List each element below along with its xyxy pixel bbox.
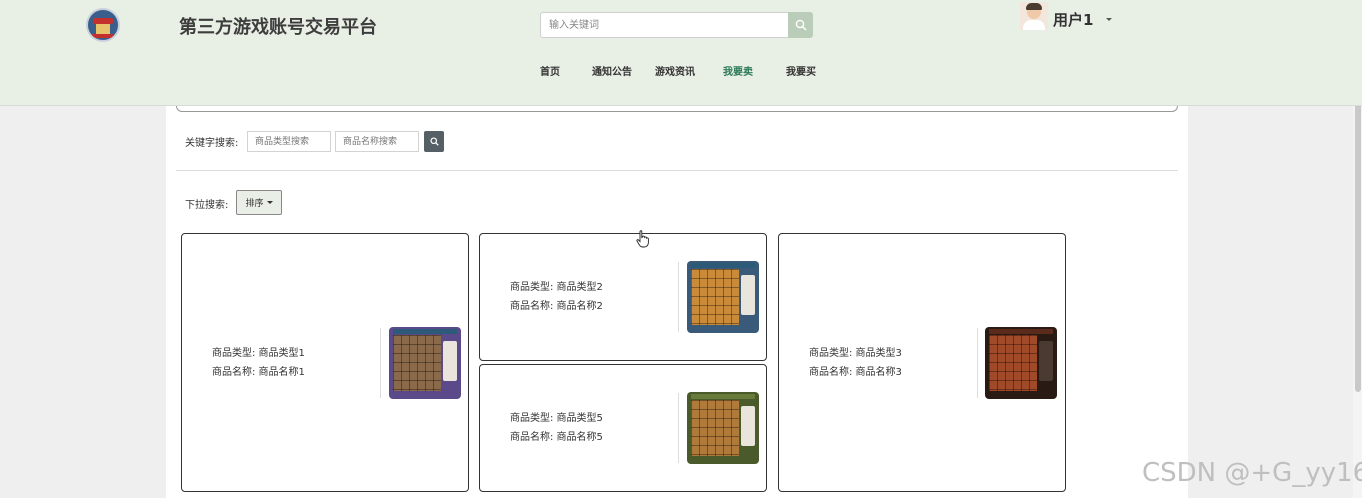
filter-divider — [176, 170, 1178, 171]
product-name: 商品名称: 商品名称1 — [212, 367, 305, 378]
hand-cursor-icon — [636, 230, 649, 248]
chevron-down-icon[interactable] — [1106, 18, 1112, 21]
product-card-1[interactable]: 商品类型: 商品类型1 商品名称: 商品名称1 — [181, 233, 469, 492]
product-card-5[interactable]: 商品类型: 商品类型5 商品名称: 商品名称5 — [479, 364, 767, 492]
sort-label: 排序 — [245, 199, 264, 209]
product-image[interactable] — [389, 327, 461, 399]
nav-buy[interactable]: 我要买 — [786, 63, 816, 78]
header-search-input[interactable] — [540, 12, 789, 38]
product-image[interactable] — [687, 392, 759, 464]
nav-notices[interactable]: 通知公告 — [592, 63, 632, 78]
product-image[interactable] — [985, 327, 1057, 399]
site-logo[interactable] — [86, 8, 120, 42]
dropdown-search-label: 下拉搜索: — [185, 200, 229, 211]
keyword-search-label: 关键字搜索: — [185, 138, 239, 149]
nav-home[interactable]: 首页 — [540, 63, 560, 78]
product-name: 商品名称: 商品名称5 — [510, 432, 603, 443]
product-type-search-input[interactable] — [247, 131, 331, 152]
site-title: 第三方游戏账号交易平台 — [179, 17, 377, 38]
product-name: 商品名称: 商品名称2 — [510, 301, 603, 312]
search-icon — [795, 19, 807, 31]
site-header: 第三方游戏账号交易平台 用户1 首页 通知公告 游戏资讯 我要卖 我要买 — [0, 0, 1362, 106]
product-name-search-input[interactable] — [335, 131, 419, 152]
product-card-2[interactable]: 商品类型: 商品类型2 商品名称: 商品名称2 — [479, 233, 767, 361]
product-type: 商品类型: 商品类型1 — [212, 348, 305, 359]
csdn-watermark: CSDN @+G_yy163 — [1142, 458, 1362, 488]
sort-dropdown[interactable]: 排序 — [236, 190, 282, 215]
product-image[interactable] — [687, 261, 759, 333]
product-card-3[interactable]: 商品类型: 商品类型3 商品名称: 商品名称3 — [778, 233, 1066, 492]
header-search-button[interactable] — [788, 12, 813, 38]
nav-sell[interactable]: 我要卖 — [723, 63, 753, 78]
user-avatar[interactable] — [1020, 2, 1048, 30]
product-name: 商品名称: 商品名称3 — [809, 367, 902, 378]
product-type: 商品类型: 商品类型3 — [809, 348, 902, 359]
caret-down-icon — [266, 201, 273, 204]
product-type: 商品类型: 商品类型5 — [510, 413, 603, 424]
filter-search-button[interactable] — [424, 131, 444, 152]
product-type: 商品类型: 商品类型2 — [510, 282, 603, 293]
nav-game-news[interactable]: 游戏资讯 — [655, 63, 695, 78]
username[interactable]: 用户1 — [1053, 9, 1093, 30]
search-icon — [429, 137, 439, 146]
